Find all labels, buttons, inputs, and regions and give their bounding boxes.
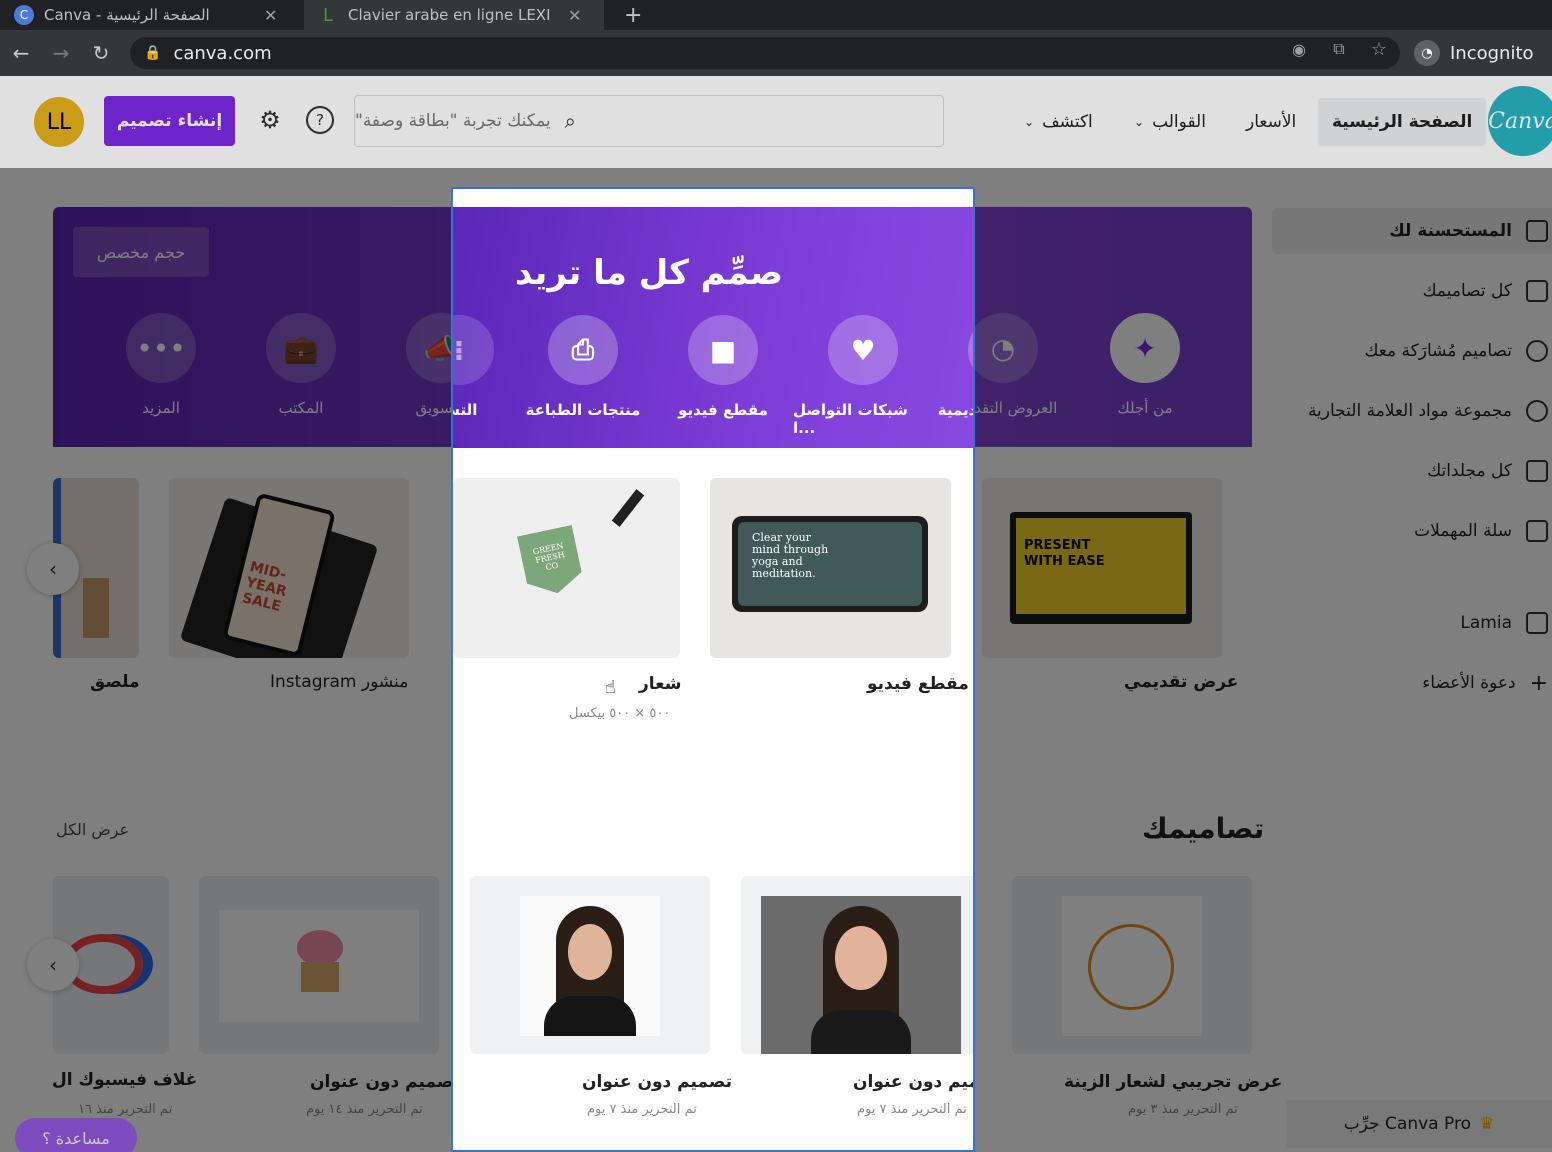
url-text: canva.com [173,42,272,64]
video-icon: ■ [688,315,758,385]
modal-banner: صمِّم كل ما تريد ⁝ التسويق ⎙ منتجات الطب… [453,207,973,448]
modal-category-presentations[interactable]: ◔ العروض التقديمية [933,315,975,419]
print-icon: ⎙ [548,315,618,385]
category-label: منتجات الطباعة [525,401,641,419]
incognito-label: Incognito [1450,42,1534,64]
lock-icon: 🔒 [144,45,162,61]
help-button[interactable]: مساعدة ؟ [15,1118,137,1152]
modal-backdrop-header [0,76,1552,168]
pen-image [611,489,645,527]
bookmark-star-icon[interactable]: ☆ [1368,38,1390,60]
modal-category-video[interactable]: ■ مقطع فيديو [653,315,793,419]
portrait-image [761,896,961,1054]
tab-title: Clavier arabe en ligne LEXI [348,6,551,24]
browser-tab-lexi[interactable]: L Clavier arabe en ligne LEXI ✕ [304,0,604,30]
modal-design-card-portrait-light[interactable] [470,876,710,1054]
heart-chat-icon: ♥ [828,315,898,385]
browser-tab-canva[interactable]: C Canva - الصفحة الرئيسية ✕ [0,0,300,30]
reload-icon[interactable]: ↻ [86,38,116,68]
browser-address-bar: ← → ↻ 🔒 canva.com ◉ ⧉ ☆ ◔ Incognito [0,30,1552,76]
modal-suggestion-size: ٥٠٠ × ٥٠٠ بيكسل [569,706,671,721]
hand-cursor-icon: ☝ [605,677,616,698]
canva-favicon-icon: C [14,5,34,25]
face [568,924,612,980]
logo-tag-image: GREEN FRESH CO [517,525,585,599]
logo-thumb-text: GREEN FRESH CO [532,541,566,573]
new-tab-button[interactable]: + [610,0,656,30]
incognito-icon: ◔ [1414,40,1440,66]
yoga-thumb-text: Clear your mind through yoga and meditat… [752,531,829,580]
lexi-favicon-icon: L [322,4,334,26]
modal-category-print[interactable]: ⎙ منتجات الطباعة [513,315,653,419]
modal-card-video[interactable]: Clear your mind through yoga and meditat… [710,478,951,658]
url-field[interactable]: 🔒 canva.com [130,37,1400,69]
portrait-image [520,896,660,1036]
browser-tab-bar: C Canva - الصفحة الرئيسية ✕ L Clavier ar… [0,0,1552,30]
presentation-icon: ◔ [968,315,973,385]
face [835,926,887,990]
category-label: العروض التقديمية [937,401,975,419]
translate-icon[interactable]: ⧉ [1328,38,1350,60]
phone-landscape-image: Clear your mind through yoga and meditat… [732,516,928,612]
modal-suggestion-title: شعار [639,674,682,694]
modal-title: صمِّم كل ما تريد [514,253,783,293]
megaphone-icon: ⁝ [453,315,494,385]
close-tab-icon[interactable]: ✕ [568,6,581,25]
modal-design-edited-time: تم التحرير منذ ٧ يوم [857,1102,967,1117]
modal-design-card-portrait-gray[interactable] [741,876,973,1054]
modal-design-title: تصميم دون عنوان [582,1072,732,1092]
design-anything-modal: صمِّم كل ما تريد ⁝ التسويق ⎙ منتجات الطب… [451,187,975,1152]
category-label: مقطع فيديو [678,401,768,419]
shoulders [544,996,636,1036]
modal-design-edited-time: تم التحرير منذ ٧ يوم [587,1102,697,1117]
category-label: التسويق [453,401,478,419]
modal-category-social[interactable]: ♥ شبكات التواصل ا... [793,315,933,437]
modal-card-logo[interactable]: GREEN FRESH CO [453,478,680,658]
yoga-video-thumb: Clear your mind through yoga and meditat… [738,522,922,606]
incognito-indicator[interactable]: ◔ Incognito [1414,36,1534,70]
third-party-cookies-icon[interactable]: ◉ [1288,38,1310,60]
category-label: شبكات التواصل ا... [793,401,908,437]
forward-arrow-icon[interactable]: → [46,38,76,68]
shoulders [811,1010,911,1054]
back-arrow-icon[interactable]: ← [6,38,36,68]
tab-title: Canva - الصفحة الرئيسية [44,6,210,24]
modal-suggestion-title: مقطع فيديو [867,674,969,694]
modal-design-title: تصميم دون عنوان [853,1072,973,1092]
close-tab-icon[interactable]: ✕ [264,6,277,25]
